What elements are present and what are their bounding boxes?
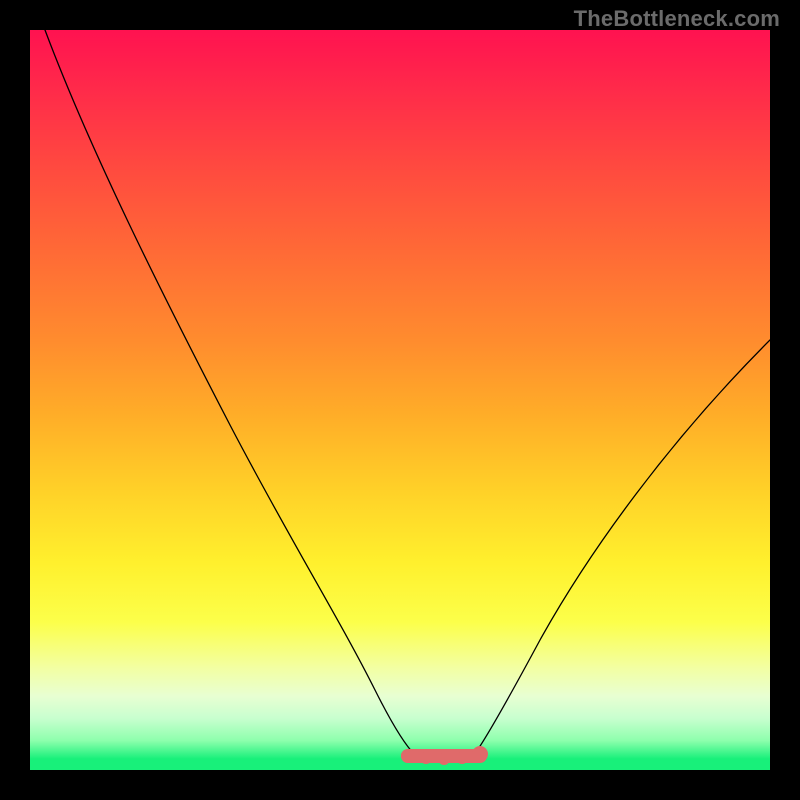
flat-seg-bump: [438, 753, 450, 765]
flat-seg-endpoint-right: [472, 746, 488, 762]
flat-seg-endpoint-left: [401, 749, 415, 763]
chart-frame: TheBottleneck.com: [0, 0, 800, 800]
right-curve: [474, 340, 770, 755]
flat-seg-bump: [420, 752, 432, 764]
curve-layer: [30, 30, 770, 770]
left-curve: [45, 30, 415, 755]
flat-seg-bump: [456, 752, 468, 764]
watermark-text: TheBottleneck.com: [574, 6, 780, 32]
plot-area: [30, 30, 770, 770]
